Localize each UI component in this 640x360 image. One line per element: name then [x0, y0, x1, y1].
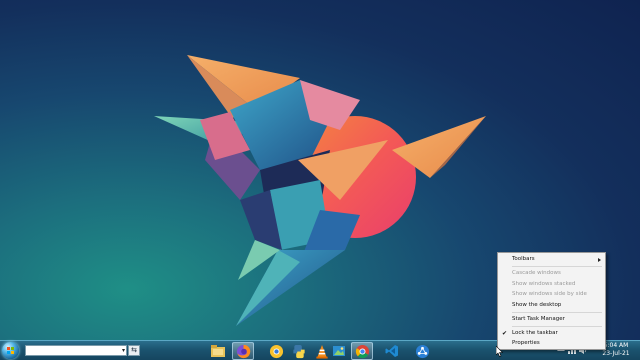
menu-item-lock-the-taskbar[interactable]: Lock the taskbar [512, 330, 558, 337]
taskbar-vscode[interactable] [381, 342, 403, 360]
vlc-icon [316, 344, 328, 359]
address-dropdown-icon[interactable]: ▾ [122, 347, 125, 354]
menu-separator [512, 326, 602, 327]
menu-item-properties[interactable]: Properties [512, 340, 540, 347]
start-button[interactable] [2, 342, 19, 359]
checkmark-icon: ✔ [502, 330, 508, 337]
taskbar-file-explorer[interactable] [207, 342, 229, 360]
menu-item-start-task-manager[interactable]: Start Task Manager [512, 316, 565, 323]
address-toolbar-input[interactable]: ▾ [25, 345, 127, 356]
menu-separator [512, 312, 602, 313]
menu-item-show-windows-stacked[interactable]: Show windows stacked [512, 281, 575, 288]
menu-item-toolbars[interactable]: Toolbars [512, 256, 535, 263]
taskbar-firefox[interactable] [232, 342, 254, 360]
menu-separator [512, 266, 602, 267]
taskbar-context-menu: Toolbars Cascade windows Show windows st… [497, 252, 606, 350]
taskbar-python[interactable] [288, 342, 310, 360]
chrome-canary-icon [269, 344, 283, 358]
taskbar-network-app[interactable] [411, 342, 433, 360]
firefox-icon [236, 344, 250, 358]
python-icon [293, 344, 305, 358]
menu-item-cascade-windows[interactable]: Cascade windows [512, 270, 561, 277]
chrome-icon [355, 344, 369, 358]
folder-icon [211, 345, 225, 357]
taskbar-chrome[interactable] [351, 342, 373, 360]
menu-item-show-the-desktop[interactable]: Show the desktop [512, 302, 561, 309]
gallery-icon [333, 346, 345, 356]
mouse-cursor-icon [496, 346, 503, 357]
taskbar-chrome-canary[interactable] [265, 342, 287, 360]
taskbar-gallery[interactable] [328, 342, 350, 360]
address-go-button[interactable]: ⇆ [128, 345, 140, 356]
network-app-icon [415, 344, 429, 358]
menu-item-show-windows-side-by-side[interactable]: Show windows side by side [512, 291, 587, 298]
clock-date: 23-Jul-21 [602, 350, 630, 357]
submenu-arrow-icon [598, 258, 601, 262]
vscode-icon [385, 345, 398, 357]
